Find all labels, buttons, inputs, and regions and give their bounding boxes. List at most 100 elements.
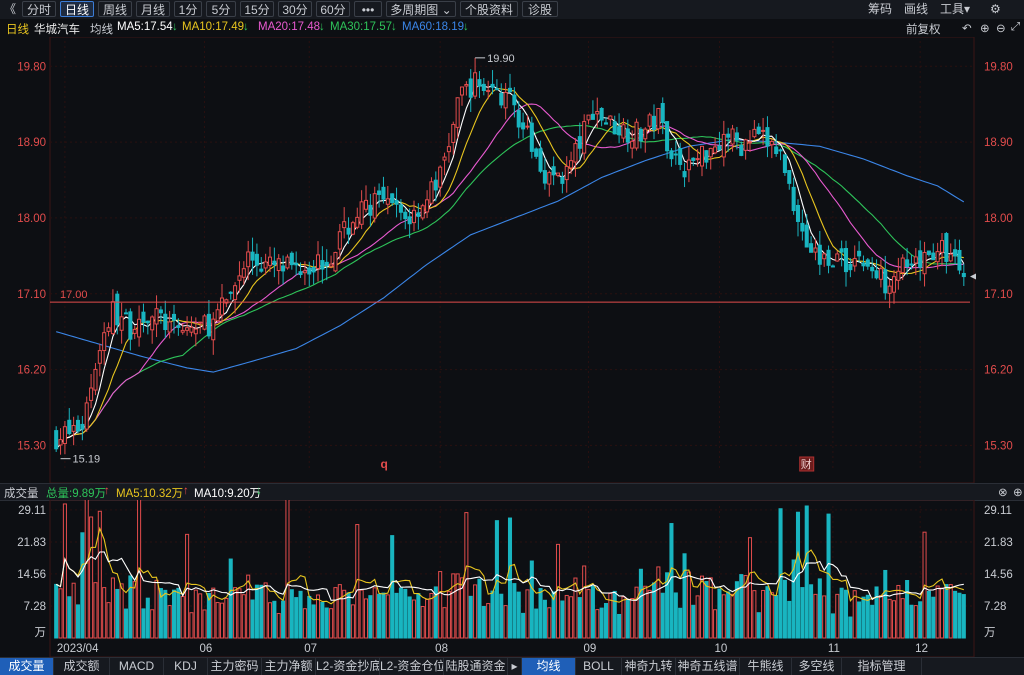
volume-bar[interactable] [132, 581, 137, 639]
volume-bar[interactable] [839, 587, 844, 639]
fullscreen-icon[interactable]: ⤢ [1011, 21, 1020, 34]
candle-body[interactable] [198, 321, 203, 324]
candle-body[interactable] [477, 79, 482, 87]
volume-bar[interactable] [870, 604, 875, 639]
candle-body[interactable] [739, 144, 744, 156]
volume-bar[interactable] [957, 592, 962, 639]
candle-body[interactable] [320, 260, 325, 270]
candle-body[interactable] [180, 329, 185, 333]
candle-body[interactable] [433, 179, 438, 191]
zoom-in-icon[interactable]: ⊕ [980, 21, 990, 35]
volume-bar[interactable] [193, 589, 198, 639]
candle-body[interactable] [381, 186, 386, 200]
volume-bar[interactable] [826, 513, 831, 639]
candle-body[interactable] [913, 256, 918, 264]
period-button-2[interactable]: 周线 [98, 1, 132, 17]
volume-bar[interactable] [625, 598, 630, 639]
volume-bar[interactable] [638, 568, 643, 639]
candle-body[interactable] [171, 313, 177, 321]
candle-body[interactable] [800, 222, 805, 232]
candle-body[interactable] [582, 121, 587, 154]
candle-body[interactable] [311, 267, 316, 273]
candle-body[interactable] [355, 216, 360, 228]
volume-bar[interactable] [905, 580, 910, 639]
candle-body[interactable] [778, 149, 783, 152]
period-button-10[interactable]: 多周期图 ⌄ [386, 1, 456, 17]
candle-body[interactable] [935, 251, 940, 263]
volume-bar[interactable] [913, 605, 918, 639]
volume-bar[interactable] [817, 578, 822, 639]
candle-body[interactable] [233, 285, 238, 301]
candle-body[interactable] [390, 193, 395, 204]
candle-body[interactable] [141, 311, 146, 323]
candle-body[interactable] [137, 318, 142, 338]
volume-bar[interactable] [612, 590, 617, 639]
volume-bar[interactable] [843, 589, 849, 639]
indicator-tab-3[interactable]: KDJ [164, 658, 208, 675]
volume-bar[interactable] [106, 602, 111, 639]
candle-body[interactable] [503, 91, 508, 109]
volume-bar[interactable] [800, 587, 805, 639]
period-button-4[interactable]: 1分 [174, 1, 202, 17]
volume-bar[interactable] [285, 500, 290, 639]
volume-bar[interactable] [451, 573, 456, 639]
candle-body[interactable] [695, 158, 700, 161]
volume-bar[interactable] [189, 612, 194, 639]
volume-bar[interactable] [761, 589, 766, 639]
volume-bar[interactable] [71, 582, 76, 639]
volume-bar[interactable] [699, 575, 705, 639]
candle-body[interactable] [678, 148, 683, 165]
candle-body[interactable] [337, 231, 342, 250]
volume-bar[interactable] [939, 587, 945, 639]
volume-bar[interactable] [835, 593, 840, 639]
period-button-11[interactable]: 个股资料 [460, 1, 518, 17]
candle-body[interactable] [708, 147, 713, 158]
candle-body[interactable] [590, 113, 595, 120]
candle-body[interactable] [80, 423, 85, 430]
volume-bar[interactable] [468, 595, 473, 639]
candle-body[interactable] [948, 253, 953, 262]
volume-bar[interactable] [377, 593, 382, 639]
volume-bar[interactable] [224, 597, 229, 639]
indicator-tab-14[interactable]: 牛熊线 [740, 658, 792, 675]
volume-bar[interactable] [62, 503, 67, 639]
volume-bar[interactable] [302, 608, 307, 639]
candle-body[interactable] [62, 426, 67, 445]
candle-body[interactable] [774, 146, 779, 155]
volume-bar[interactable] [656, 566, 661, 639]
volume-bar[interactable] [560, 600, 565, 639]
candle-body[interactable] [918, 250, 923, 268]
candle-body[interactable] [669, 150, 674, 160]
indicator-tab-7[interactable]: L2-资金仓位 [380, 658, 444, 675]
volume-bar[interactable] [54, 583, 59, 639]
candle-body[interactable] [874, 270, 879, 279]
candle-body[interactable] [804, 224, 809, 248]
volume-bar[interactable] [752, 590, 757, 639]
volume-bar[interactable] [403, 588, 408, 639]
volume-bar[interactable] [848, 616, 853, 639]
volume-bar[interactable] [686, 571, 691, 639]
candle-body[interactable] [289, 252, 294, 266]
chip-distribution-button[interactable]: 筹码 [868, 1, 892, 17]
candle-body[interactable] [372, 193, 377, 219]
candle-body[interactable] [830, 265, 835, 268]
volume-bar[interactable] [603, 603, 609, 639]
indicator-tab-0[interactable]: 成交量 [0, 658, 54, 675]
candle-body[interactable] [691, 157, 696, 161]
volume-bar[interactable] [595, 609, 600, 639]
volume-bar[interactable] [521, 612, 526, 639]
candle-body[interactable] [839, 248, 844, 253]
candle-body[interactable] [154, 308, 159, 325]
volume-bar[interactable] [721, 594, 726, 639]
candle-body[interactable] [857, 250, 862, 257]
candle-body[interactable] [747, 141, 753, 144]
volume-bar[interactable] [241, 594, 246, 639]
volume-bar[interactable] [324, 607, 329, 639]
volume-bar[interactable] [878, 595, 883, 639]
volume-bar[interactable] [739, 574, 744, 639]
candle-body[interactable] [743, 139, 748, 151]
volume-bar[interactable] [141, 608, 146, 639]
candle-body[interactable] [158, 309, 163, 314]
volume-bar[interactable] [254, 584, 259, 639]
candle-body[interactable] [686, 159, 691, 171]
